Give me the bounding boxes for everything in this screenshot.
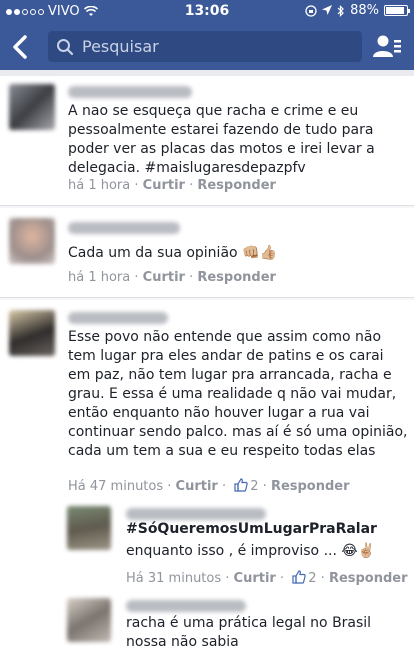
search-placeholder: Pesquisar [82,37,159,56]
bluetooth-icon [337,4,344,17]
avatar[interactable] [67,506,111,550]
avatar[interactable] [9,310,55,356]
battery-percent: 88% [350,3,379,18]
search-input[interactable]: Pesquisar [48,31,362,62]
comment-item: A nao se esqueça que racha e crime e eu … [0,76,414,206]
reply-hashtag[interactable]: #SóQueremosUmLugarPraRalar [126,520,408,539]
reply-item: racha é uma prática legal no Brasil noss… [0,594,414,649]
reply-text: racha é uma prática legal no Brasil noss… [126,615,372,649]
reply-text: enquanto isso , é improviso ... 😂✌🏼 [126,543,376,559]
reply-time: Há 31 minutos [126,571,222,586]
reply-button[interactable]: Responder [197,178,276,193]
like-button[interactable]: Curtir [176,479,218,494]
avatar[interactable] [67,598,111,642]
author-name-blurred[interactable] [126,600,246,612]
like-button[interactable]: Curtir [143,270,185,285]
comment-item: Esse povo não entende que assim como não… [0,300,414,500]
navigation-bar: VIVO 13:06 88% Pesquisar [0,0,414,70]
avatar[interactable] [9,218,55,264]
comment-text: Esse povo não entende que assim como não… [68,329,408,459]
author-name-blurred[interactable] [68,86,192,98]
comment-actions: há 1 hora · Curtir · Responder [68,178,276,193]
reply-actions: Há 31 minutos · Curtir · 2 · Responder [126,570,408,586]
like-count: 2 [250,479,259,494]
reply-button[interactable]: Responder [197,270,276,285]
reply-button[interactable]: Responder [271,479,350,494]
comment-text: Cada um da sua opinião 👊🏼👍🏼 [68,245,277,261]
comment-time: há 1 hora [68,178,131,193]
comment-item: Cada um da sua opinião 👊🏼👍🏼 há 1 hora · … [0,208,414,298]
thumbs-up-icon [292,570,306,584]
comment-text: A nao se esqueça que racha e crime e eu … [68,103,375,176]
location-icon [322,5,333,15]
like-button[interactable]: Curtir [143,178,185,193]
author-name-blurred[interactable] [68,312,168,324]
friend-requests-icon[interactable] [372,34,402,58]
comment-actions: há 1 hora · Curtir · Responder [68,270,276,285]
reply-button[interactable]: Responder [329,571,408,586]
search-icon [57,39,74,56]
thumbs-up-icon [234,478,248,492]
rotation-lock-icon [305,4,317,17]
status-bar: VIVO 13:06 88% [0,0,414,24]
like-button[interactable]: Curtir [234,571,276,586]
author-name-blurred[interactable] [126,508,266,520]
comment-time: Há 47 minutos [68,479,164,494]
reply-item: #SóQueremosUmLugarPraRalar enquanto isso… [0,500,414,594]
comment-actions: Há 47 minutos · Curtir · 2 · Responder [68,478,350,494]
back-arrow-icon[interactable] [10,35,32,59]
avatar[interactable] [9,84,55,130]
battery-icon [384,5,410,16]
comment-time: há 1 hora [68,270,131,285]
author-name-blurred[interactable] [68,222,180,234]
like-count: 2 [308,571,317,586]
